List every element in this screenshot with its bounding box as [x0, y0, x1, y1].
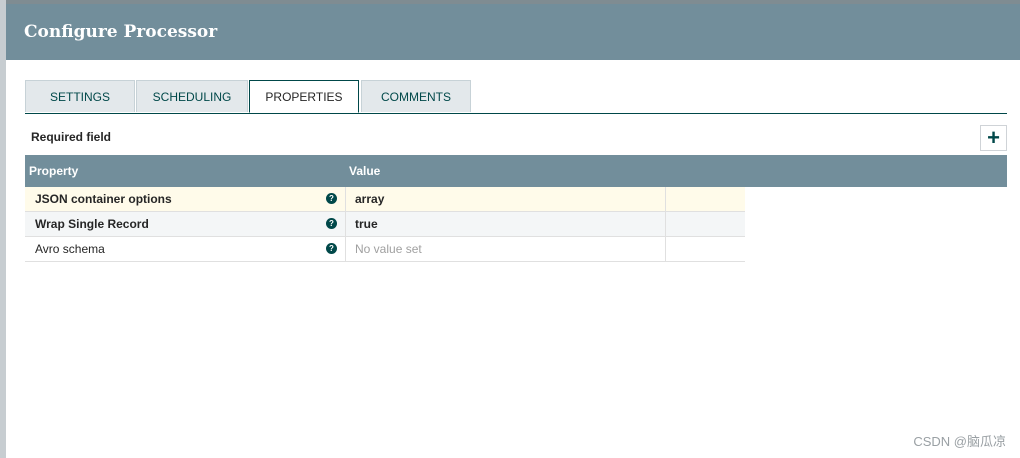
- column-divider: [345, 212, 346, 236]
- properties-table: Property Value JSON container options ? …: [25, 155, 1007, 262]
- table-row[interactable]: Avro schema ? No value set: [25, 237, 745, 262]
- tab-bar: SETTINGS SCHEDULING PROPERTIES COMMENTS: [25, 80, 1007, 114]
- add-property-button[interactable]: +: [980, 125, 1007, 151]
- column-divider: [665, 212, 666, 236]
- tab-scheduling[interactable]: SCHEDULING: [136, 80, 248, 112]
- table-row[interactable]: JSON container options ? array: [25, 187, 745, 212]
- table-header: Property Value: [25, 155, 1007, 187]
- table-row[interactable]: Wrap Single Record ? true: [25, 212, 745, 237]
- column-divider: [665, 237, 666, 261]
- property-value[interactable]: No value set: [355, 237, 422, 261]
- column-header-property[interactable]: Property: [29, 155, 78, 187]
- column-header-value[interactable]: Value: [349, 155, 380, 187]
- property-value[interactable]: true: [355, 212, 378, 236]
- watermark: CSDN @脑瓜凉: [913, 434, 1006, 449]
- column-divider: [665, 187, 666, 211]
- property-value[interactable]: array: [355, 187, 384, 211]
- question-circle-icon[interactable]: ?: [326, 243, 337, 254]
- dialog-title: Configure Processor: [6, 4, 1020, 60]
- configure-processor-dialog: Configure Processor SETTINGS SCHEDULING …: [6, 4, 1020, 458]
- tab-comments[interactable]: COMMENTS: [361, 80, 471, 112]
- property-name: Wrap Single Record: [35, 217, 149, 231]
- column-divider: [345, 237, 346, 261]
- tab-settings[interactable]: SETTINGS: [25, 80, 135, 112]
- question-circle-icon[interactable]: ?: [326, 218, 337, 229]
- required-field-label: Required field: [31, 130, 112, 144]
- tab-properties[interactable]: PROPERTIES: [249, 80, 359, 113]
- column-divider: [345, 187, 346, 211]
- question-circle-icon[interactable]: ?: [326, 193, 337, 204]
- property-name: JSON container options: [35, 192, 172, 206]
- property-name: Avro schema: [35, 242, 105, 256]
